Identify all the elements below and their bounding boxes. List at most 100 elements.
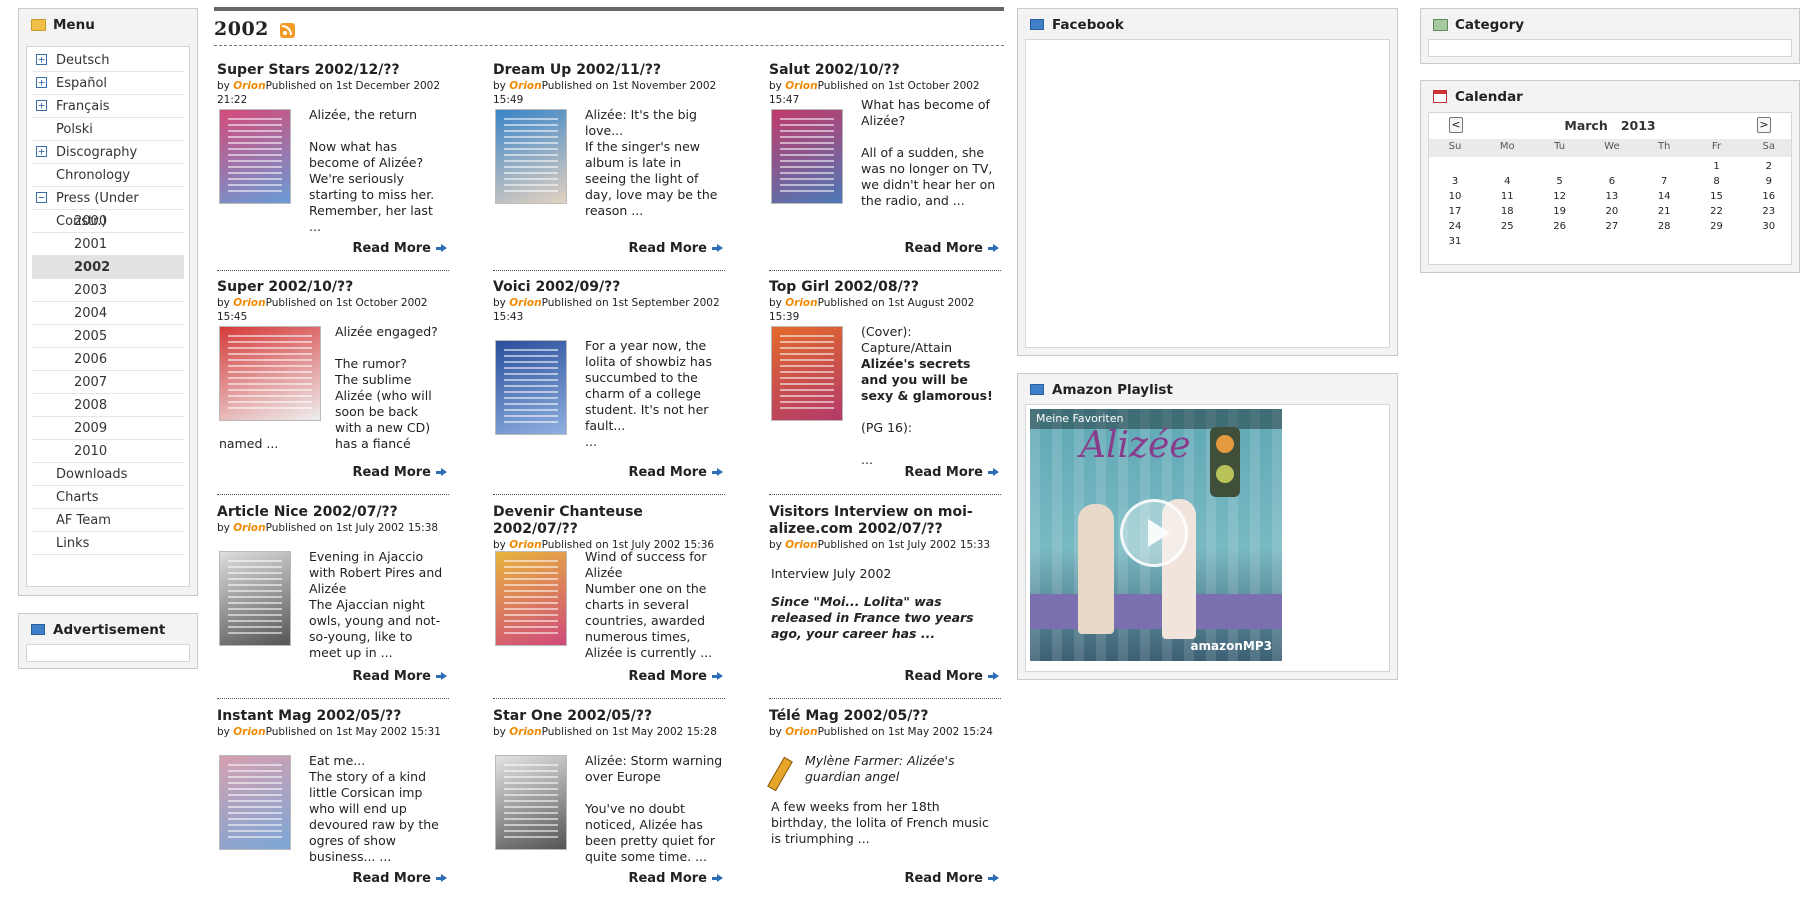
read-more-link[interactable]: Read More [628,871,723,886]
author-link[interactable]: Orion [233,726,265,738]
article-thumbnail[interactable] [495,109,567,204]
read-more-link[interactable]: Read More [352,669,447,684]
calendar-day[interactable]: 13 [1586,191,1638,202]
article-thumbnail[interactable] [771,326,843,421]
menu-item-2001[interactable]: 2001 [32,233,184,256]
author-link[interactable]: Orion [509,726,541,738]
author-link[interactable]: Orion [785,297,817,309]
article-title[interactable]: Top Girl 2002/08/?? [769,279,1001,296]
menu-item-2004[interactable]: 2004 [32,302,184,325]
article-thumbnail[interactable] [495,551,567,646]
calendar-day[interactable]: 3 [1429,176,1481,187]
calendar-day[interactable]: 8 [1691,176,1743,187]
rss-icon[interactable] [280,22,296,38]
article-title[interactable]: Salut 2002/10/?? [769,62,1001,79]
menu-item-charts[interactable]: Charts [32,486,184,509]
menu-item-2003[interactable]: 2003 [32,279,184,302]
author-link[interactable]: Orion [233,522,265,534]
article-thumbnail[interactable] [219,326,321,421]
author-link[interactable]: Orion [785,80,817,92]
author-link[interactable]: Orion [509,539,541,551]
author-link[interactable]: Orion [785,539,817,551]
calendar-day[interactable]: 30 [1743,221,1795,232]
calendar-day[interactable]: 17 [1429,206,1481,217]
calendar-day[interactable]: 22 [1691,206,1743,217]
menu-item-chronology[interactable]: Chronology [32,164,184,187]
article-thumbnail[interactable] [771,109,843,204]
expand-icon[interactable]: + [36,100,47,111]
article-title[interactable]: Super Stars 2002/12/?? [217,62,449,79]
calendar-day[interactable]: 23 [1743,206,1795,217]
menu-item-deutsch[interactable]: + Deutsch [32,49,184,72]
read-more-link[interactable]: Read More [904,669,999,684]
menu-item-af-team[interactable]: AF Team [32,509,184,532]
menu-item-2005[interactable]: 2005 [32,325,184,348]
author-link[interactable]: Orion [509,297,541,309]
expand-icon[interactable]: + [36,54,47,65]
calendar-day[interactable]: 4 [1481,176,1533,187]
read-more-link[interactable]: Read More [904,871,999,886]
author-link[interactable]: Orion [233,297,265,309]
article-title[interactable]: Devenir Chanteuse 2002/07/?? [493,504,725,538]
read-more-link[interactable]: Read More [628,241,723,256]
expand-icon[interactable]: + [36,77,47,88]
read-more-link[interactable]: Read More [352,241,447,256]
menu-item-polski[interactable]: Polski [32,118,184,141]
article-title[interactable]: Super 2002/10/?? [217,279,449,296]
article-title[interactable]: Dream Up 2002/11/?? [493,62,725,79]
article-title[interactable]: Article Nice 2002/07/?? [217,504,449,521]
calendar-day[interactable]: 21 [1638,206,1690,217]
calendar-day[interactable]: 11 [1481,191,1533,202]
menu-item-espa-ol[interactable]: + Español [32,72,184,95]
calendar-day[interactable]: 19 [1534,206,1586,217]
menu-item-2010[interactable]: 2010 [32,440,184,463]
menu-item-links[interactable]: Links [32,532,184,555]
calendar-day[interactable]: 2 [1743,161,1795,172]
calendar-day[interactable]: 10 [1429,191,1481,202]
menu-item-2002[interactable]: 2002 [32,256,184,279]
article-thumbnail[interactable] [219,755,291,850]
menu-item-press-under-constr[interactable]: − Press (Under Constr.) [32,187,184,229]
calendar-day[interactable]: 9 [1743,176,1795,187]
article-thumbnail[interactable] [495,755,567,850]
article-title[interactable]: Visitors Interview on moi-alizee.com 200… [769,504,1001,538]
calendar-day[interactable]: 14 [1638,191,1690,202]
menu-item-fran-ais[interactable]: + Français [32,95,184,118]
menu-item-2008[interactable]: 2008 [32,394,184,417]
article-title[interactable]: Télé Mag 2002/05/?? [769,708,1001,725]
facebook-widget[interactable] [1025,39,1390,348]
expand-icon[interactable]: + [36,146,47,157]
menu-item-2007[interactable]: 2007 [32,371,184,394]
calendar-day[interactable]: 7 [1638,176,1690,187]
article-thumbnail[interactable] [219,109,291,204]
menu-item-discography[interactable]: + Discography [32,141,184,164]
menu-item-2000[interactable]: 2000 [32,210,184,233]
calendar-day[interactable]: 5 [1534,176,1586,187]
calendar-day[interactable]: 20 [1586,206,1638,217]
read-more-link[interactable]: Read More [352,871,447,886]
calendar-day[interactable]: 1 [1691,161,1743,172]
menu-item-2006[interactable]: 2006 [32,348,184,371]
calendar-day[interactable]: 29 [1691,221,1743,232]
amazon-player[interactable]: Meine Favoriten Alizée amazonMP3 [1030,409,1282,661]
collapse-icon[interactable]: − [36,192,47,203]
author-link[interactable]: Orion [233,80,265,92]
calendar-day[interactable]: 25 [1481,221,1533,232]
read-more-link[interactable]: Read More [904,241,999,256]
calendar-day[interactable]: 31 [1429,236,1481,247]
menu-item-downloads[interactable]: Downloads [32,463,184,486]
article-title[interactable]: Voici 2002/09/?? [493,279,725,296]
menu-item-2009[interactable]: 2009 [32,417,184,440]
calendar-day[interactable]: 16 [1743,191,1795,202]
calendar-day[interactable]: 27 [1586,221,1638,232]
calendar-day[interactable]: 18 [1481,206,1533,217]
article-title[interactable]: Star One 2002/05/?? [493,708,725,725]
read-more-link[interactable]: Read More [904,465,999,480]
calendar-next-button[interactable]: > [1757,117,1771,133]
calendar-day[interactable]: 24 [1429,221,1481,232]
article-thumbnail[interactable] [219,551,291,646]
author-link[interactable]: Orion [785,726,817,738]
calendar-day[interactable]: 15 [1691,191,1743,202]
article-title[interactable]: Instant Mag 2002/05/?? [217,708,449,725]
calendar-day[interactable]: 28 [1638,221,1690,232]
